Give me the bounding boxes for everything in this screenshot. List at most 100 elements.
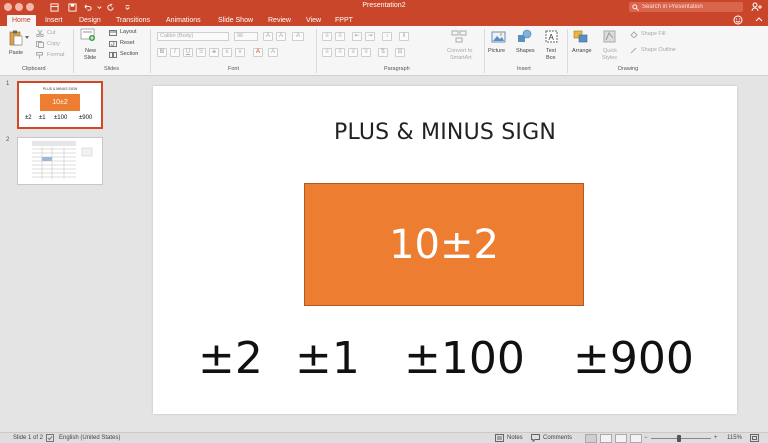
tab-fppt[interactable]: FPPT [335,15,353,26]
new-slide-button[interactable] [80,28,98,44]
close-window-button[interactable] [4,3,12,11]
convert-to-smartart-button[interactable] [451,30,469,44]
highlight-button[interactable]: A [268,48,278,57]
numbering-button[interactable]: ≡ [335,32,345,41]
tab-design[interactable]: Design [79,15,101,26]
layout-button[interactable]: Layout [120,29,137,35]
reset-button[interactable]: Reset [120,40,134,46]
slide-title[interactable]: PLUS & MINUS SIGN [153,120,737,145]
orange-rectangle-shape[interactable]: 10±2 [304,183,584,306]
clear-formatting-button[interactable]: A [292,32,304,41]
align-text-button[interactable]: ⊟ [395,48,405,57]
share-icon[interactable] [751,2,762,12]
comments-button[interactable]: Comments [543,434,572,443]
tab-transitions[interactable]: Transitions [116,15,150,26]
layout-icon[interactable] [109,30,117,36]
justify-button[interactable]: ≡ [361,48,371,57]
comments-icon[interactable] [531,434,540,442]
shadow-button[interactable]: S [196,48,206,57]
decrease-font-size-button[interactable]: A [276,32,286,41]
text-box-button[interactable]: A [545,30,559,44]
fit-to-window-icon[interactable] [750,434,759,442]
quick-styles-button[interactable] [603,30,617,44]
strikethrough-button[interactable]: a [209,48,219,57]
bold-button[interactable]: B [157,48,167,57]
save-icon[interactable] [67,2,77,12]
align-right-button[interactable]: ≡ [348,48,358,57]
format-painter-icon[interactable] [36,52,44,59]
notes-icon[interactable] [495,434,504,442]
tab-animations[interactable]: Animations [166,15,201,26]
text-direction-button[interactable]: ⇅ [378,48,388,57]
slide-thumbnail-2[interactable] [17,137,103,185]
zoom-slider-handle[interactable] [677,435,681,442]
plus-minus-item[interactable]: ±1 [295,329,360,389]
font-size-dropdown[interactable]: 96 [234,32,258,41]
slide-show-view-button[interactable] [630,434,642,443]
normal-view-button[interactable] [585,434,597,443]
align-left-button[interactable]: ≡ [322,48,332,57]
columns-button[interactable]: ‖ [399,32,409,41]
notes-button[interactable]: Notes [507,434,523,443]
reset-icon[interactable] [109,41,117,47]
plus-minus-item[interactable]: ±100 [404,329,525,389]
shape-outline-button[interactable]: Shape Outline [641,47,676,53]
subscript-button[interactable]: x [235,48,245,57]
align-center-button[interactable]: ≡ [335,48,345,57]
redo-icon[interactable] [105,2,115,12]
section-button[interactable]: Section [120,51,138,57]
zoom-level[interactable]: 115% [727,434,742,443]
zoom-out-button[interactable]: − [644,434,648,443]
minimize-window-button[interactable] [15,3,23,11]
search-input[interactable] [642,2,742,12]
collapse-ribbon-chevron-icon[interactable] [755,17,763,23]
font-family-dropdown[interactable]: Calibri (Body) [157,32,229,41]
cut-button[interactable]: Cut [47,30,56,36]
paste-dropdown-icon[interactable] [25,36,29,39]
text-color-button[interactable]: A [253,48,263,57]
line-spacing-button[interactable]: ↕ [382,32,392,41]
shape-fill-icon[interactable] [630,31,638,38]
picture-button[interactable] [491,30,507,44]
decrease-indent-button[interactable]: ⇤ [352,32,362,41]
thumbnail-title: PLUS & MINUS SIGN [42,87,78,91]
bullets-button[interactable]: ≡ [322,32,332,41]
underline-button[interactable]: U [183,48,193,57]
reading-view-button[interactable] [615,434,627,443]
shape-fill-button[interactable]: Shape Fill [641,31,665,37]
undo-dropdown-icon[interactable] [94,2,104,12]
increase-font-size-button[interactable]: A [263,32,273,41]
home-icon[interactable] [49,2,59,12]
shape-outline-icon[interactable] [630,47,638,54]
copy-icon[interactable] [36,41,44,48]
slide[interactable]: PLUS & MINUS SIGN 10±2 ±2 ±1 ±100 ±900 [153,86,737,414]
tab-view[interactable]: View [306,15,321,26]
arrange-button[interactable] [573,30,589,44]
plus-minus-item[interactable]: ±2 [198,329,263,389]
language-indicator[interactable]: English (United States) [59,434,120,443]
zoom-slider-track[interactable] [651,438,711,439]
increase-indent-button[interactable]: ⇥ [365,32,375,41]
feedback-smiley-icon[interactable] [733,15,743,25]
tab-slide-show[interactable]: Slide Show [218,15,253,26]
undo-icon[interactable] [82,2,92,12]
slide-sorter-view-button[interactable] [600,434,612,443]
format-painter-button[interactable]: Format [47,52,64,58]
plus-minus-item[interactable]: ±900 [573,329,694,389]
paste-button[interactable] [7,30,25,52]
spell-check-icon[interactable] [46,434,54,442]
copy-button[interactable]: Copy [47,41,60,47]
tab-review[interactable]: Review [268,15,291,26]
superscript-button[interactable]: x [222,48,232,57]
slide-thumbnail-1[interactable]: PLUS & MINUS SIGN 10±2 ±2 ±1 ±100 ±900 [17,81,103,129]
cut-icon[interactable] [36,30,44,37]
customize-toolbar-icon[interactable] [122,2,132,12]
tab-home[interactable]: Home [7,15,36,26]
shapes-button[interactable] [517,29,533,44]
italic-button[interactable]: I [170,48,180,57]
tab-insert[interactable]: Insert [45,15,63,26]
zoom-in-button[interactable]: + [714,434,718,443]
search-box[interactable] [629,2,743,12]
zoom-window-button[interactable] [26,3,34,11]
section-icon[interactable] [109,52,117,58]
